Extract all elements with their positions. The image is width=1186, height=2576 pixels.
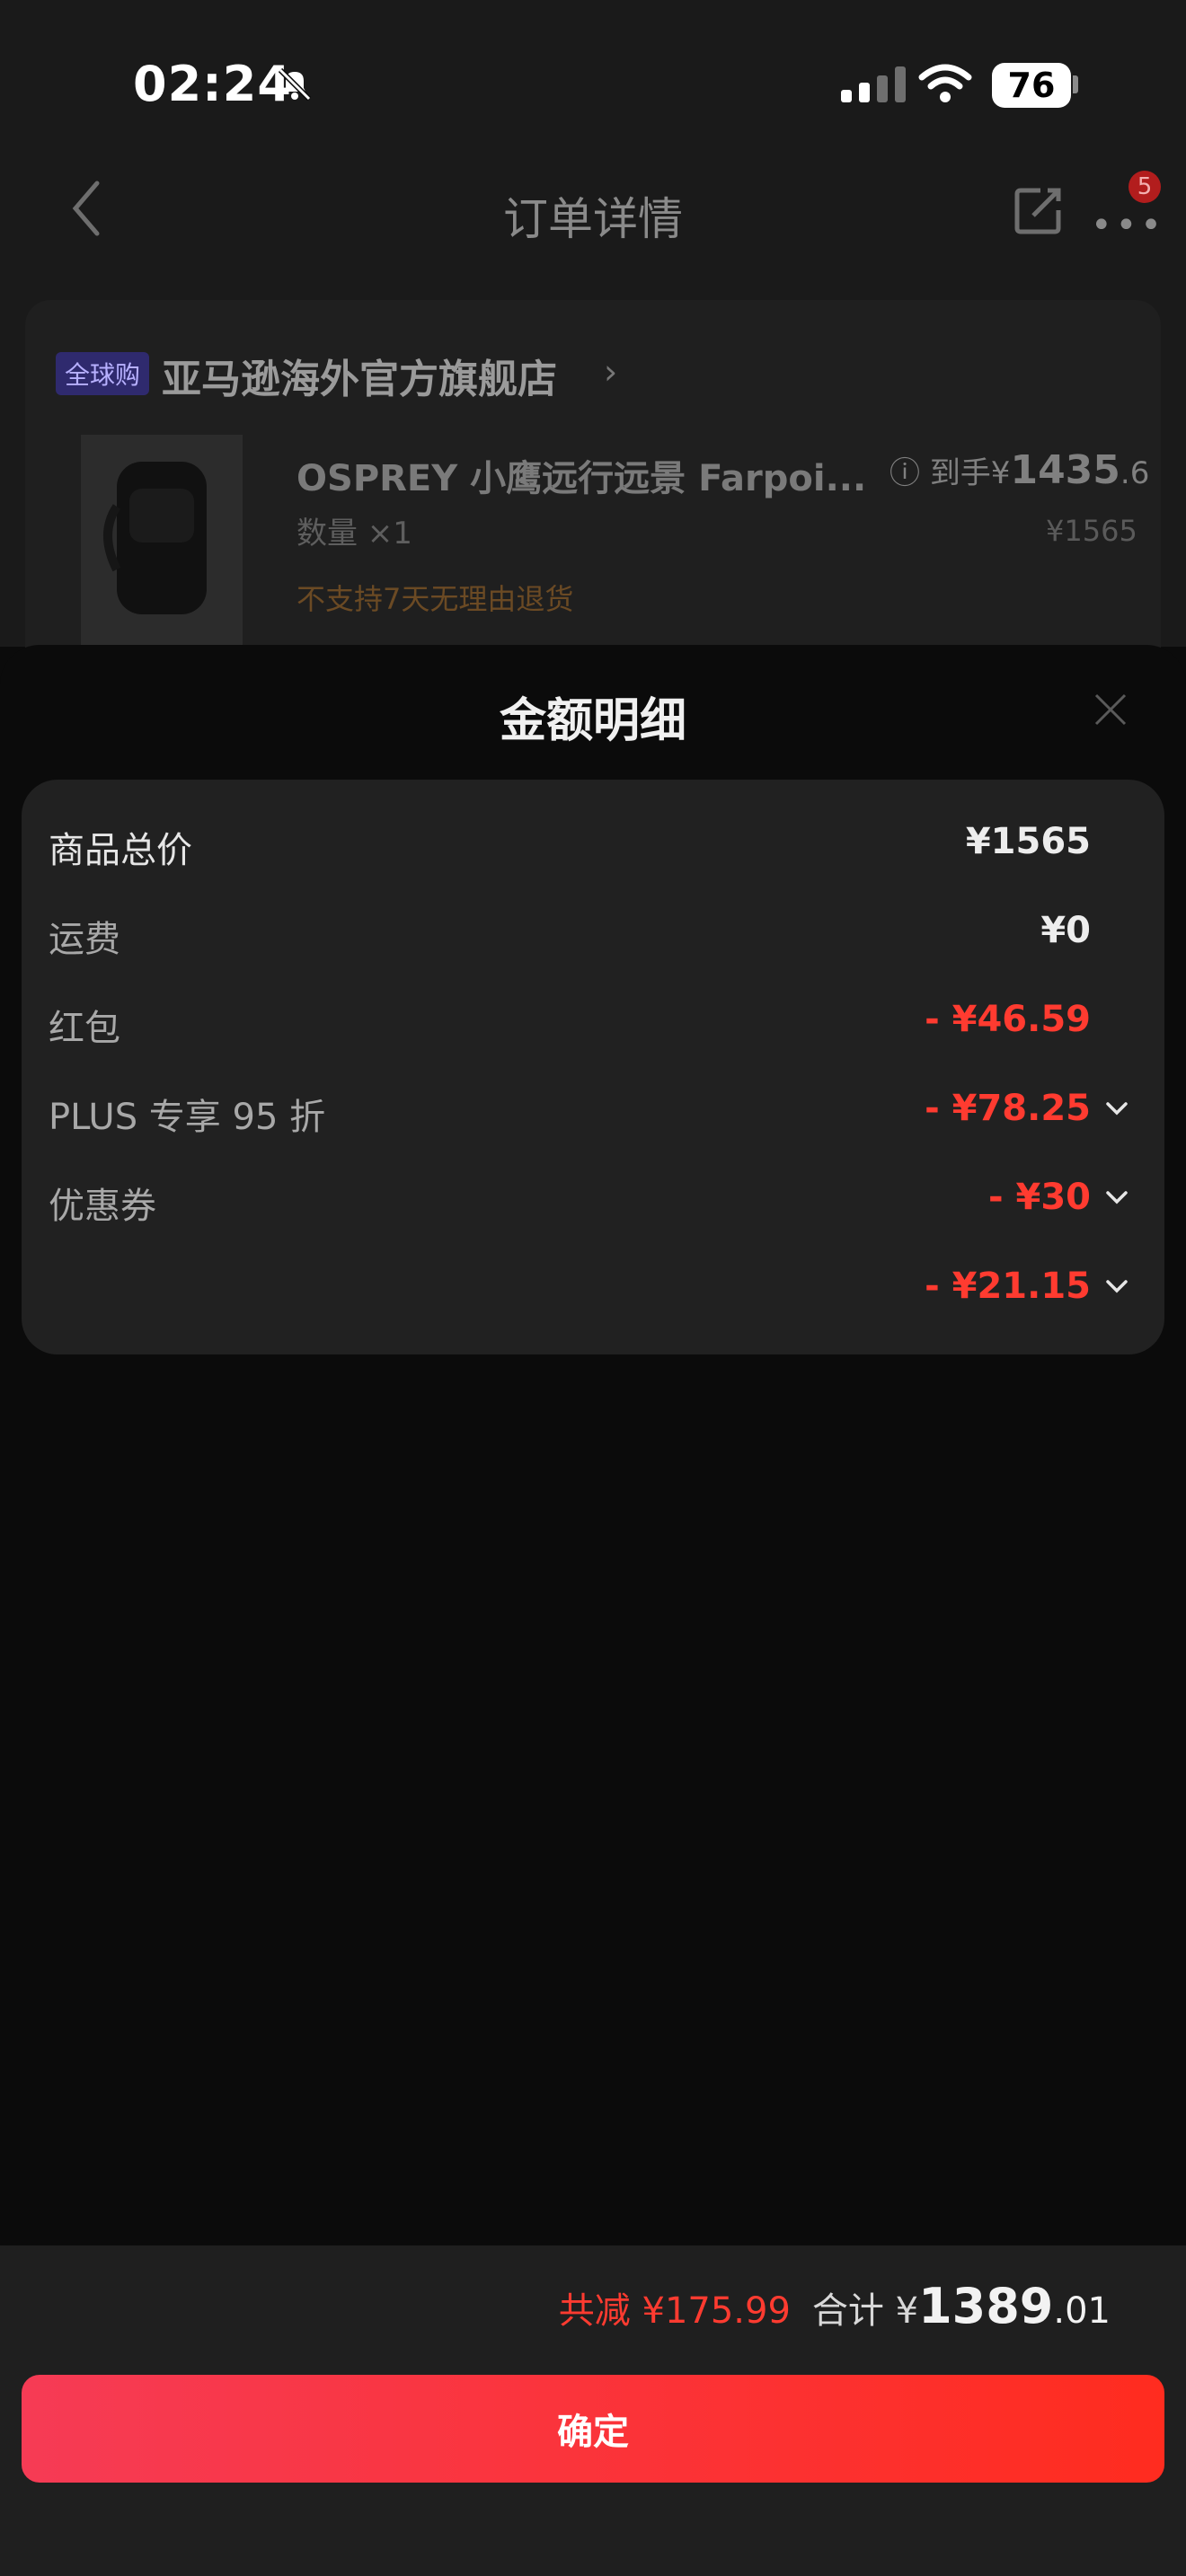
list-item[interactable]: 优惠券 - ¥30 <box>49 1177 1154 1231</box>
share-icon[interactable] <box>1012 183 1066 241</box>
row-label: 优惠券 <box>49 1186 156 1227</box>
page-title: 订单详情 <box>503 193 683 245</box>
row-value: - ¥21.15 <box>925 1266 1091 1307</box>
more-icon[interactable]: ••• <box>1091 205 1165 246</box>
total-int: 1389 <box>918 2278 1054 2334</box>
wifi-icon <box>918 63 972 108</box>
product-title[interactable]: OSPREY 小鹰远行远景 Farpoi... <box>296 449 866 501</box>
navigation-bar: 订单详情 ••• 5 <box>0 153 1186 269</box>
totals-summary: 共减 ¥175.99 合计 ¥1389.01 <box>559 2278 1111 2334</box>
list-item[interactable]: - ¥21.15 <box>49 1266 1154 1319</box>
row-label: 商品总价 <box>49 830 192 871</box>
list-item[interactable]: PLUS 专享 95 折 - ¥78.25 <box>49 1088 1154 1142</box>
row-value: - ¥30 <box>987 1177 1091 1218</box>
info-icon[interactable]: ⓘ <box>890 455 920 491</box>
row-label: 红包 <box>49 1008 120 1049</box>
product-quantity: 数量 ×1 <box>296 516 412 551</box>
row-value: ¥0 <box>1040 910 1091 951</box>
battery-tip <box>1073 75 1078 93</box>
final-price: ⓘ 到手¥1435.6 <box>890 447 1149 493</box>
return-policy-note: 不支持7天无理由退货 <box>296 582 574 616</box>
original-price: ¥1565 <box>1046 514 1137 548</box>
chevron-down-icon[interactable] <box>1105 1100 1128 1120</box>
chevron-down-icon[interactable] <box>1105 1278 1128 1298</box>
price-dec: .6 <box>1120 455 1150 491</box>
product-thumbnail[interactable] <box>81 435 243 647</box>
row-value: ¥1565 <box>965 821 1091 862</box>
list-item: 商品总价 ¥1565 <box>49 821 1154 875</box>
total-label: 合计 ¥ <box>811 2290 919 2332</box>
total-dec: .01 <box>1053 2290 1111 2332</box>
notification-badge: 5 <box>1128 171 1161 203</box>
total-saved: 共减 ¥175.99 <box>558 2290 791 2332</box>
list-item: 运费 ¥0 <box>49 910 1154 964</box>
confirm-button[interactable]: 确定 <box>22 2375 1164 2483</box>
global-purchase-tag: 全球购 <box>56 352 150 395</box>
row-label: 运费 <box>49 919 120 960</box>
row-value: - ¥78.25 <box>925 1088 1091 1129</box>
battery-level: 76 <box>992 63 1071 108</box>
silent-bell-icon <box>275 65 314 108</box>
close-icon[interactable] <box>1093 692 1128 731</box>
sheet-title: 金额明细 <box>499 694 686 748</box>
price-int: 1435 <box>1010 447 1120 493</box>
price-prefix: 到手¥ <box>929 455 1011 491</box>
row-label: PLUS 专享 95 折 <box>49 1097 326 1138</box>
row-value: - ¥46.59 <box>925 999 1091 1040</box>
store-name[interactable]: 亚马逊海外官方旗舰店 <box>162 347 557 404</box>
cellular-signal-icon <box>841 66 906 102</box>
chevron-down-icon[interactable] <box>1105 1189 1128 1209</box>
status-bar: 02:24 76 <box>0 0 1186 171</box>
chevron-right-icon[interactable]: › <box>604 352 617 392</box>
status-time: 02:24 <box>133 56 292 112</box>
list-item: 红包 - ¥46.59 <box>49 999 1154 1053</box>
